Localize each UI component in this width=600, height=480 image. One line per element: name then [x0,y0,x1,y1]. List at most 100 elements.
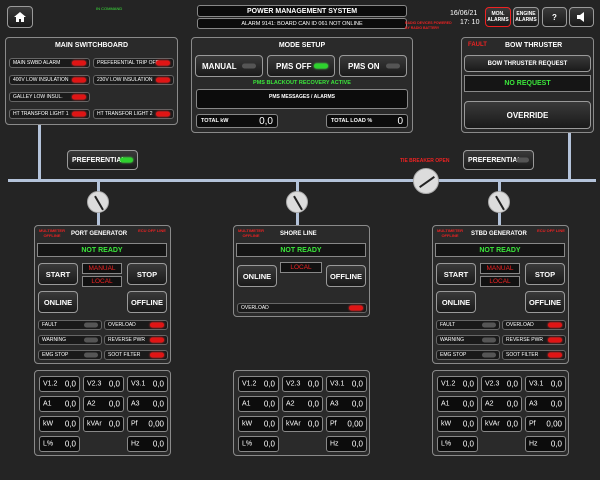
alarm-label: WARNING [440,337,464,343]
home-button[interactable] [7,6,33,28]
meter-label: A2 [87,400,96,408]
preferential-right-led [516,157,529,163]
switchboard-item-400v-insulation[interactable]: 400V LOW INSULATION [9,75,90,85]
shore-meter-cell: V2.3 0,0 [282,376,323,392]
tie-breaker-icon[interactable] [413,168,439,194]
stbd-breaker-icon[interactable] [488,191,510,213]
meter-value: 0,0 [64,399,76,409]
override-button[interactable]: OVERRIDE [464,101,591,129]
meter-label: A1 [43,400,52,408]
shore-offline-button[interactable]: OFFLINE [326,265,366,287]
alarm-label: SOOT FILTER [108,352,141,358]
port-offline-button[interactable]: OFFLINE [127,291,167,313]
port-start-button[interactable]: START [38,263,78,285]
port-warning-alarm[interactable]: WARNING [38,335,102,345]
preferential-left-button[interactable]: PREFERENTIAL [67,150,138,170]
stbd-offline-button[interactable]: OFFLINE [525,291,565,313]
stbd-start-button[interactable]: START [436,263,476,285]
item-label: HT TRANSFOR LIGHT 1 [13,111,69,117]
preferential-right-button[interactable]: PREFERENTIAL [463,150,534,170]
switchboard-item-ht-transfor-1[interactable]: HT TRANSFOR LIGHT 1 [9,109,90,119]
port-online-button[interactable]: ONLINE [38,291,78,313]
help-button[interactable]: ? [542,7,567,27]
stbd-emg-stop-alarm[interactable]: EMG STOP [436,350,500,360]
total-kw-label: TOTAL kW [201,118,229,124]
switchboard-item-preferential-trip[interactable]: PREFERENTIAL TRIP OFF [93,58,174,68]
port-generator-title: PORT GENERATOR [71,231,128,237]
alarm-banner[interactable]: ALARM 9141: BOARD CAN ID 061 NOT ONLINE [197,18,407,29]
port-soot-filter-alarm[interactable]: SOOT FILTER [104,350,168,360]
port-status: NOT READY [37,243,167,257]
alarm-label: OVERLOAD [241,305,269,311]
stbd-warning-alarm[interactable]: WARNING [436,335,500,345]
port-local-indicator: LOCAL [82,276,122,287]
meter-label: Pf [529,420,536,428]
meter-label: Pf [131,420,138,428]
status-led [72,60,86,66]
status-led [72,77,86,83]
status-led [548,337,562,343]
switchboard-item-230v-insulation[interactable]: 230V LOW INSULATION [93,75,174,85]
sound-button[interactable] [569,7,594,27]
port-overload-alarm[interactable]: OVERLOAD [104,320,168,330]
stbd-fault-alarm[interactable]: FAULT [436,320,500,330]
stbd-stop-button[interactable]: STOP [525,263,565,285]
shore-meter-cell: V1.2 0,0 [238,376,279,392]
shore-breaker-icon[interactable] [286,191,308,213]
meter-value: 0,0 [462,439,474,449]
stbd-meter-cell: A1 0,0 [437,396,478,412]
meter-label: kVAr [485,420,500,428]
alarm-label: REVERSE PWR [506,337,543,343]
shore-line-title: SHORE LINE [280,231,317,237]
shore-meter-cell: V3.1 0,0 [326,376,367,392]
pms-on-button[interactable]: PMS ON [339,55,407,77]
total-load-label: TOTAL LOAD % [331,118,373,124]
status-led [482,337,496,343]
engine-alarms-button[interactable]: ENGINE ALARMS [513,7,539,27]
port-emg-stop-alarm[interactable]: EMG STOP [38,350,102,360]
switchboard-item-galley-insulation[interactable]: GALLEY LOW INSUL. [9,92,90,102]
meter-label: L% [43,440,54,448]
speaker-icon [576,12,584,22]
meter-label: A3 [330,400,339,408]
stbd-manual-indicator: MANUAL [480,263,520,274]
shore-overload-alarm[interactable]: OVERLOAD [237,303,367,313]
port-meter-cell: V2.3 0,0 [83,376,124,392]
port-fault-alarm[interactable]: FAULT [38,320,102,330]
switchboard-item-main-swbd-alarm[interactable]: MAIN SWBD ALARM [9,58,90,68]
manual-button[interactable]: MANUAL [195,55,263,77]
shore-online-button[interactable]: ONLINE [237,265,277,287]
meter-label: V3.1 [131,380,146,388]
port-breaker-icon[interactable] [87,191,109,213]
stbd-overload-alarm[interactable]: OVERLOAD [502,320,566,330]
shore-meter-cell: L% 0,0 [238,436,279,452]
meter-label: A2 [485,400,494,408]
bow-thruster-request-button[interactable]: BOW THRUSTER REQUEST [464,55,591,72]
preferential-left-led [120,157,133,163]
meter-label: L% [441,440,452,448]
stbd-ecu-status: ECU OFF LINE [537,228,565,233]
shore-status: NOT READY [236,243,366,257]
mon-alarms-button[interactable]: MON. ALARMS [485,7,511,27]
meter-value: 0,00 [546,419,562,429]
meter-label: Hz [131,440,140,448]
meter-label: A1 [441,400,450,408]
port-reverse-pwr-alarm[interactable]: REVERSE PWR [104,335,168,345]
stbd-meter-cell: Pf 0,00 [525,416,566,432]
pms-off-button[interactable]: PMS OFF [267,55,335,77]
stbd-soot-filter-alarm[interactable]: SOOT FILTER [502,350,566,360]
port-stop-button[interactable]: STOP [127,263,167,285]
total-load-value: 0 [397,115,403,127]
meter-value: 0,0 [550,439,562,449]
meter-label: V2.3 [286,380,301,388]
pms-messages-box[interactable]: PMS MESSAGES / ALARMS [196,89,408,109]
meter-value: 0,00 [148,419,164,429]
switchboard-item-ht-transfor-2[interactable]: HT TRANSFOR LIGHT 2 [93,109,174,119]
shore-multimeter-status: MULTIMETER OFFLINE [238,228,264,238]
stbd-meter-cell: V2.3 0,0 [481,376,522,392]
stbd-reverse-pwr-alarm[interactable]: REVERSE PWR [502,335,566,345]
stbd-online-button[interactable]: ONLINE [436,291,476,313]
status-led [150,337,164,343]
stbd-meter-cell: V1.2 0,0 [437,376,478,392]
port-meter-panel: V1.2 0,0 V2.3 0,0 V3.1 0,0 A1 0,0 A2 0,0 A3 0,0 kW 0,… [34,370,171,456]
